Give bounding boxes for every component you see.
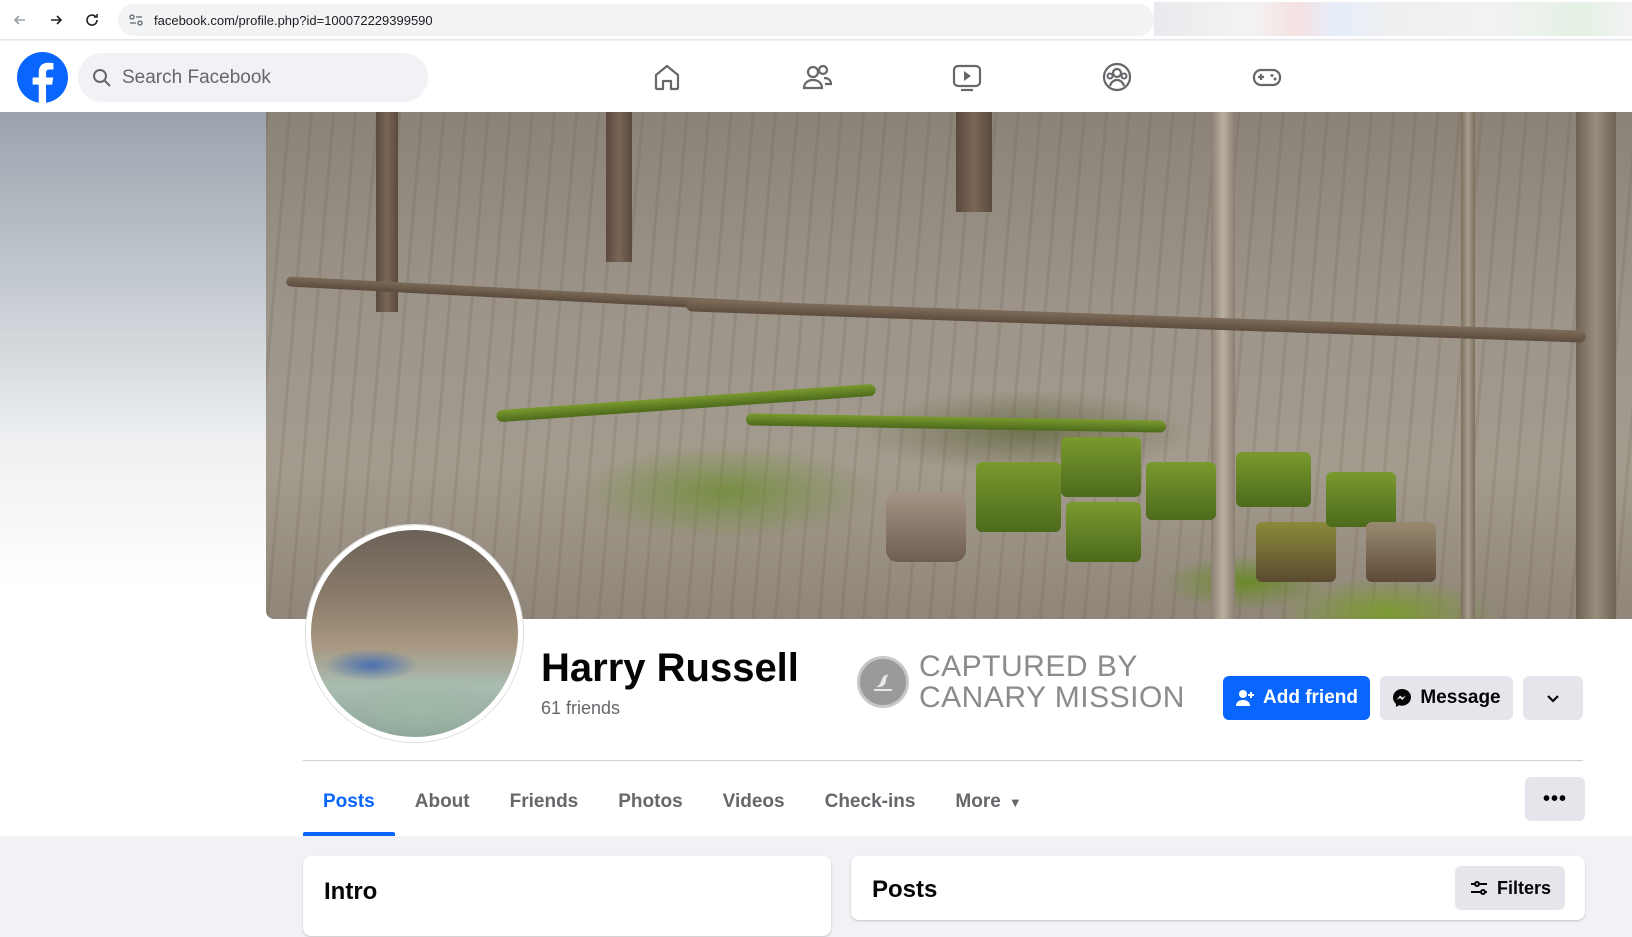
cover-moss-stump — [1061, 437, 1141, 497]
reload-button[interactable] — [76, 4, 108, 36]
cover-fallen-log — [745, 413, 1167, 433]
nav-groups[interactable] — [1042, 41, 1192, 112]
tab-label: About — [414, 791, 470, 812]
intro-title: Intro — [324, 878, 378, 905]
search-icon — [93, 68, 111, 87]
tab-photos[interactable]: Photos — [598, 768, 702, 836]
cover-tree-trunk — [606, 112, 632, 262]
cover-moss-stump — [1236, 452, 1311, 507]
tab-label: Photos — [618, 791, 683, 812]
forward-button[interactable] — [40, 4, 72, 36]
watermark-line-1: CAPTURED BY — [919, 650, 1138, 683]
profile-tabs: Posts About Friends Photos Videos Check-… — [303, 768, 1042, 836]
tab-label: Friends — [509, 791, 579, 812]
canary-mission-watermark: CAPTURED BY CANARY MISSION — [857, 651, 1185, 713]
cover-tree-trunk — [1211, 112, 1235, 619]
profile-divider — [303, 760, 1583, 761]
tab-label: More — [955, 791, 1001, 812]
main-navigation — [592, 41, 1342, 112]
cover-moss-stump — [886, 492, 966, 562]
chevron-down-icon — [1547, 695, 1559, 703]
video-icon — [952, 64, 982, 91]
profile-name: Harry Russell — [541, 646, 799, 690]
tab-label: Check-ins — [824, 791, 916, 812]
tab-label: Posts — [323, 791, 375, 812]
cover-tree-trunk — [1461, 112, 1475, 619]
friends-count[interactable]: 61 friends — [541, 698, 620, 719]
tab-videos[interactable]: Videos — [703, 768, 805, 836]
more-options-button[interactable]: ••• — [1525, 777, 1585, 821]
intro-card: Intro — [303, 856, 831, 936]
search-input[interactable] — [122, 66, 402, 89]
tab-posts[interactable]: Posts — [303, 768, 395, 836]
message-label: Message — [1420, 687, 1501, 708]
caret-down-icon: ▼ — [1008, 794, 1022, 810]
site-settings-icon[interactable] — [128, 12, 144, 28]
tab-label: Videos — [722, 791, 785, 812]
url-text[interactable]: facebook.com/profile.php?id=100072229399… — [154, 13, 433, 28]
search-bar[interactable] — [78, 53, 428, 102]
posts-card: Posts Filters — [851, 856, 1585, 920]
filters-icon — [1470, 881, 1487, 895]
profile-options-dropdown[interactable] — [1523, 676, 1583, 720]
home-icon — [654, 64, 680, 90]
tab-about[interactable]: About — [395, 768, 490, 836]
message-button[interactable]: Message — [1380, 676, 1513, 720]
filters-label: Filters — [1496, 877, 1551, 898]
browser-toolbar: facebook.com/profile.php?id=100072229399… — [0, 0, 1632, 40]
cover-moss-stump — [1146, 462, 1216, 520]
friends-icon — [802, 64, 833, 89]
cover-tree-trunk — [1576, 112, 1616, 619]
filters-button[interactable]: Filters — [1454, 866, 1565, 910]
nav-video[interactable] — [892, 41, 1042, 112]
cover-moss-stump — [1066, 502, 1141, 562]
groups-icon — [1102, 62, 1132, 91]
profile-avatar[interactable] — [306, 525, 523, 742]
back-button[interactable] — [4, 4, 36, 36]
arrow-left-icon — [13, 14, 25, 25]
arrow-right-icon — [51, 14, 63, 25]
messenger-icon — [1393, 689, 1412, 707]
posts-title: Posts — [872, 876, 938, 903]
nav-home[interactable] — [592, 41, 742, 112]
add-person-icon — [1236, 690, 1254, 706]
gaming-icon — [1252, 68, 1282, 86]
blurred-extensions-area — [1154, 2, 1632, 36]
add-friend-label: Add friend — [1263, 687, 1358, 708]
add-friend-button[interactable]: Add friend — [1223, 676, 1370, 720]
watermark-text: CAPTURED BY CANARY MISSION — [919, 651, 1185, 713]
cover-tree-trunk — [956, 112, 992, 212]
tab-more[interactable]: More ▼ — [935, 768, 1041, 836]
cover-moss-stump — [1366, 522, 1436, 582]
ellipsis-icon: ••• — [1542, 787, 1567, 810]
address-bar[interactable]: facebook.com/profile.php?id=100072229399… — [118, 4, 1154, 36]
reload-icon — [86, 13, 98, 26]
nav-friends[interactable] — [742, 41, 892, 112]
facebook-header — [0, 41, 1632, 112]
facebook-logo-icon[interactable] — [17, 52, 68, 103]
cover-moss-stump — [976, 462, 1061, 532]
cover-side-gradient — [0, 112, 266, 842]
cover-moss-stump — [1256, 522, 1336, 582]
tab-friends[interactable]: Friends — [490, 768, 599, 836]
cover-fallen-log — [686, 299, 1586, 343]
watermark-line-2: CANARY MISSION — [919, 681, 1185, 714]
cover-moss-stump — [1326, 472, 1396, 527]
canary-seal-icon — [857, 656, 909, 708]
nav-gaming[interactable] — [1192, 41, 1342, 112]
tab-check-ins[interactable]: Check-ins — [805, 768, 936, 836]
